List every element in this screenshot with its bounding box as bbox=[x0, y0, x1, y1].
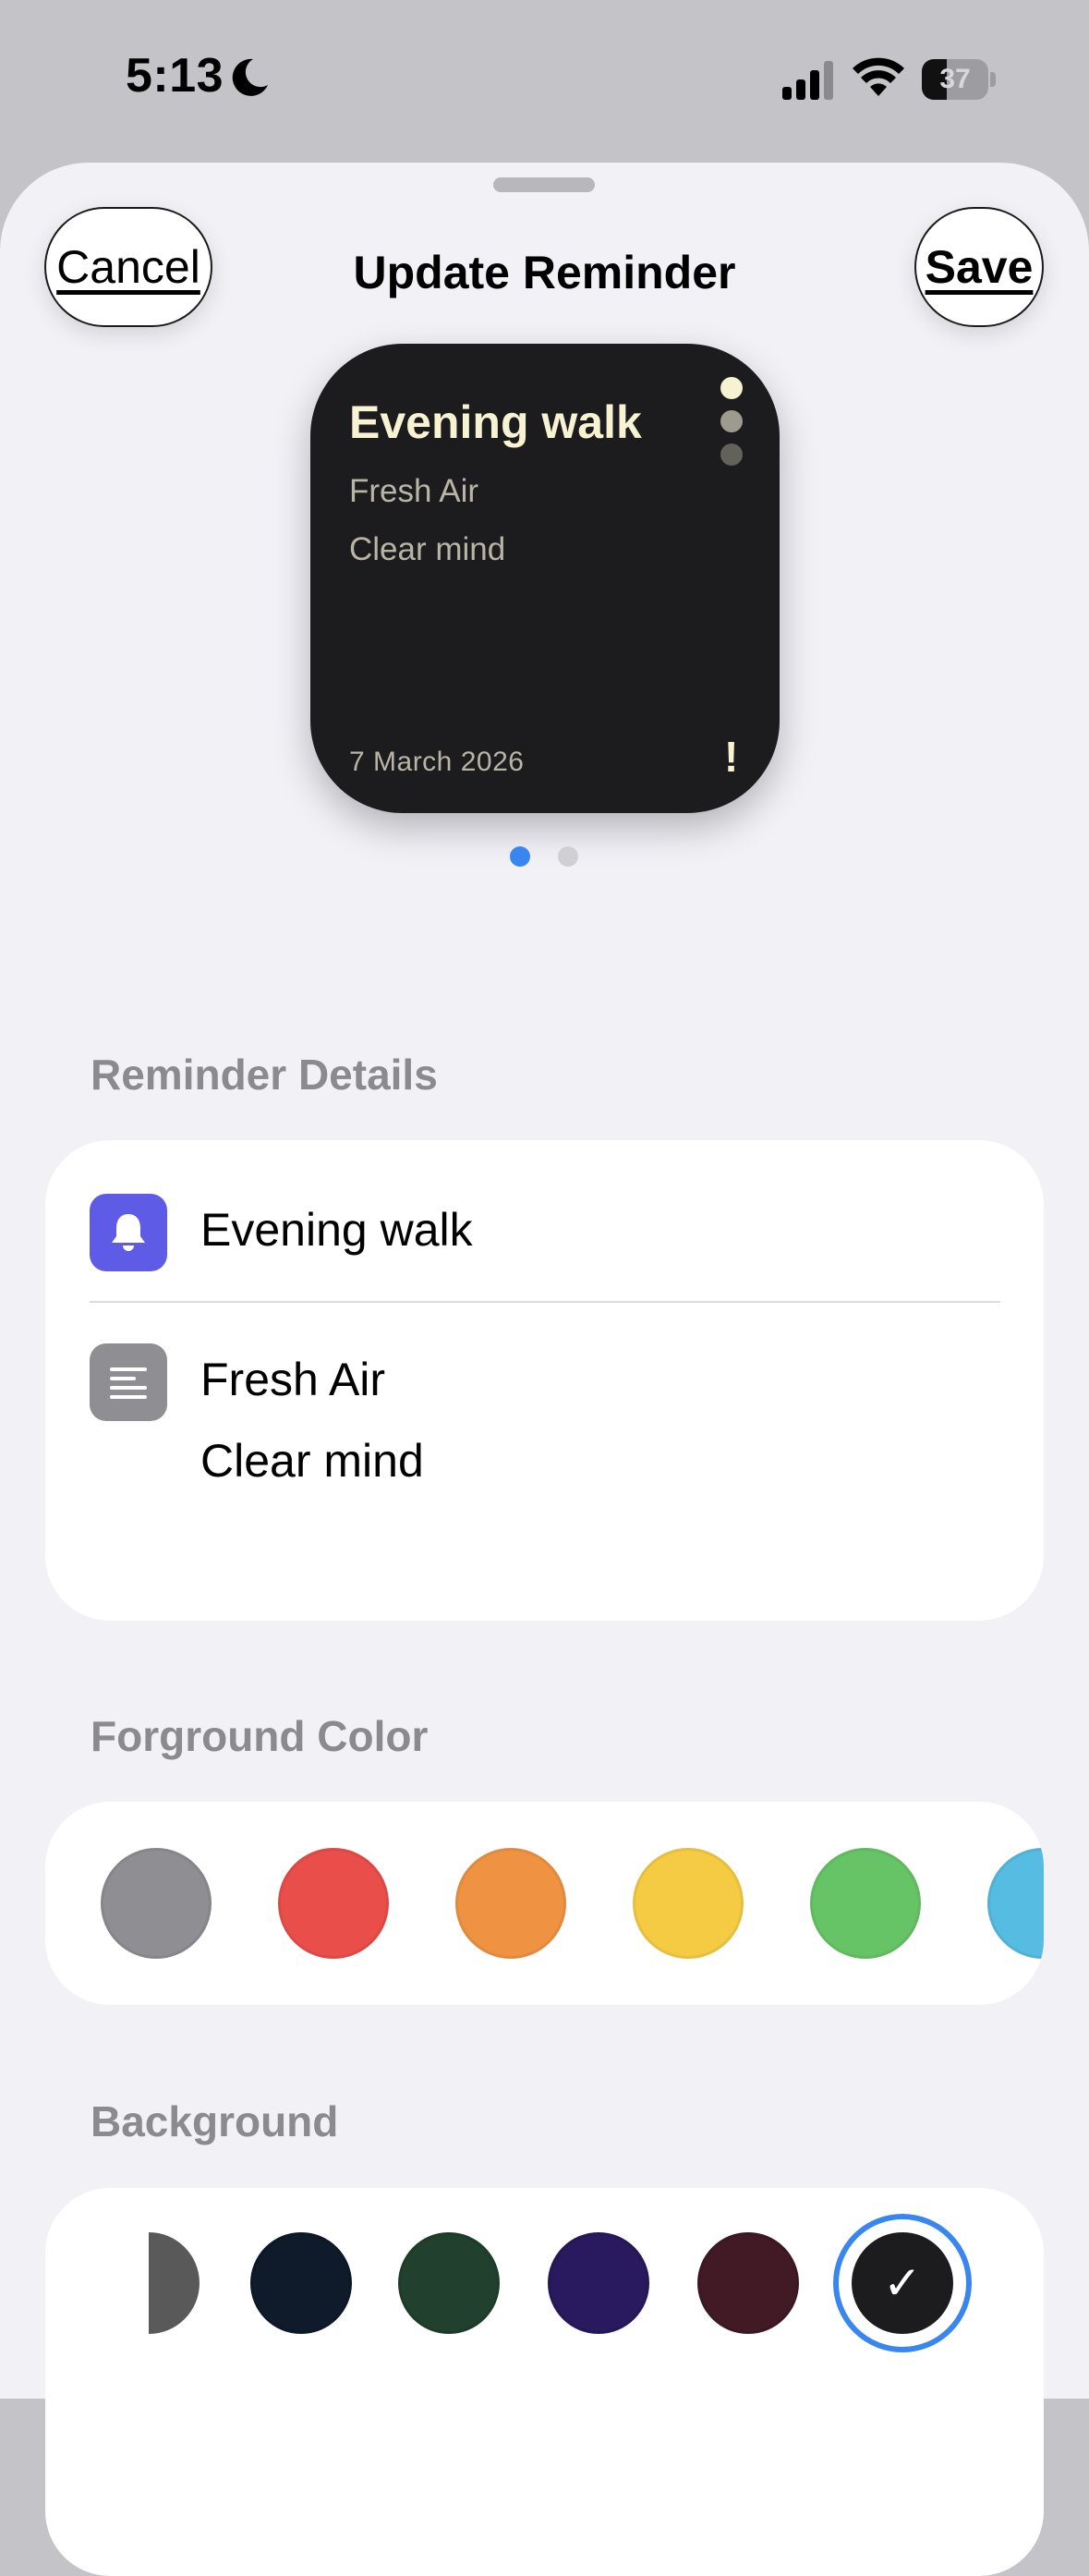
reminder-notes-field[interactable]: Clear mind bbox=[200, 1434, 424, 1488]
status-time: 5:13 bbox=[126, 49, 224, 103]
preview-dot bbox=[720, 377, 743, 399]
page-indicator[interactable] bbox=[558, 846, 578, 867]
color-swatch-yellow[interactable] bbox=[633, 1848, 744, 1959]
preview-dot bbox=[720, 444, 743, 466]
background-swatch-burgundy[interactable] bbox=[697, 2232, 799, 2334]
divider bbox=[90, 1301, 1000, 1303]
signal-icon bbox=[782, 61, 833, 100]
priority-mark: ! bbox=[724, 733, 739, 781]
bell-icon bbox=[90, 1194, 167, 1271]
color-swatch-blue[interactable] bbox=[987, 1848, 1044, 1959]
page-indicator-active[interactable] bbox=[510, 846, 530, 867]
preview-title: Evening walk bbox=[349, 396, 642, 448]
preview-note-line: Clear mind bbox=[349, 531, 506, 567]
details-card: Evening walk Fresh Air Clear mind bbox=[45, 1140, 1044, 1621]
notes-icon bbox=[90, 1343, 167, 1421]
section-header-background: Background bbox=[91, 2097, 339, 2145]
reminder-title-field[interactable]: Evening walk bbox=[200, 1203, 473, 1257]
section-header-foreground: Forground Color bbox=[91, 1712, 429, 1760]
foreground-color-picker bbox=[45, 1802, 1044, 2005]
background-swatch-violet[interactable] bbox=[548, 2232, 649, 2334]
preview-note-line: Fresh Air bbox=[349, 473, 479, 509]
moon-icon bbox=[232, 58, 268, 96]
background-swatch-forest[interactable] bbox=[398, 2232, 500, 2334]
reminder-notes-field[interactable]: Fresh Air bbox=[200, 1353, 385, 1406]
battery-icon: 37 bbox=[922, 59, 996, 100]
sheet-grabber[interactable] bbox=[493, 177, 595, 192]
wifi-icon bbox=[853, 57, 904, 96]
background-swatch-charcoal[interactable]: ✓ bbox=[852, 2232, 953, 2334]
color-swatch-green[interactable] bbox=[810, 1848, 921, 1959]
preview-dot bbox=[720, 410, 743, 432]
color-swatch-orange[interactable] bbox=[455, 1848, 566, 1959]
preview-date: 7 March 2026 bbox=[349, 747, 525, 777]
color-swatch-red[interactable] bbox=[278, 1848, 389, 1959]
background-color-picker: ✓ bbox=[45, 2188, 1044, 2576]
color-swatch-gray[interactable] bbox=[101, 1848, 212, 1959]
section-header-details: Reminder Details bbox=[91, 1051, 438, 1099]
background-swatch-auto[interactable] bbox=[149, 2232, 200, 2334]
reminder-preview-widget[interactable]: Evening walk Fresh Air Clear mind 7 Marc… bbox=[310, 344, 780, 813]
background-swatch-navy[interactable] bbox=[250, 2232, 352, 2334]
battery-percent: 37 bbox=[939, 64, 971, 94]
save-button[interactable]: Save bbox=[914, 207, 1044, 327]
checkmark-icon: ✓ bbox=[883, 2257, 922, 2309]
update-reminder-sheet: Cancel Update Reminder Save Evening walk… bbox=[0, 163, 1089, 2576]
status-bar: 5:13 37 bbox=[0, 0, 1089, 162]
